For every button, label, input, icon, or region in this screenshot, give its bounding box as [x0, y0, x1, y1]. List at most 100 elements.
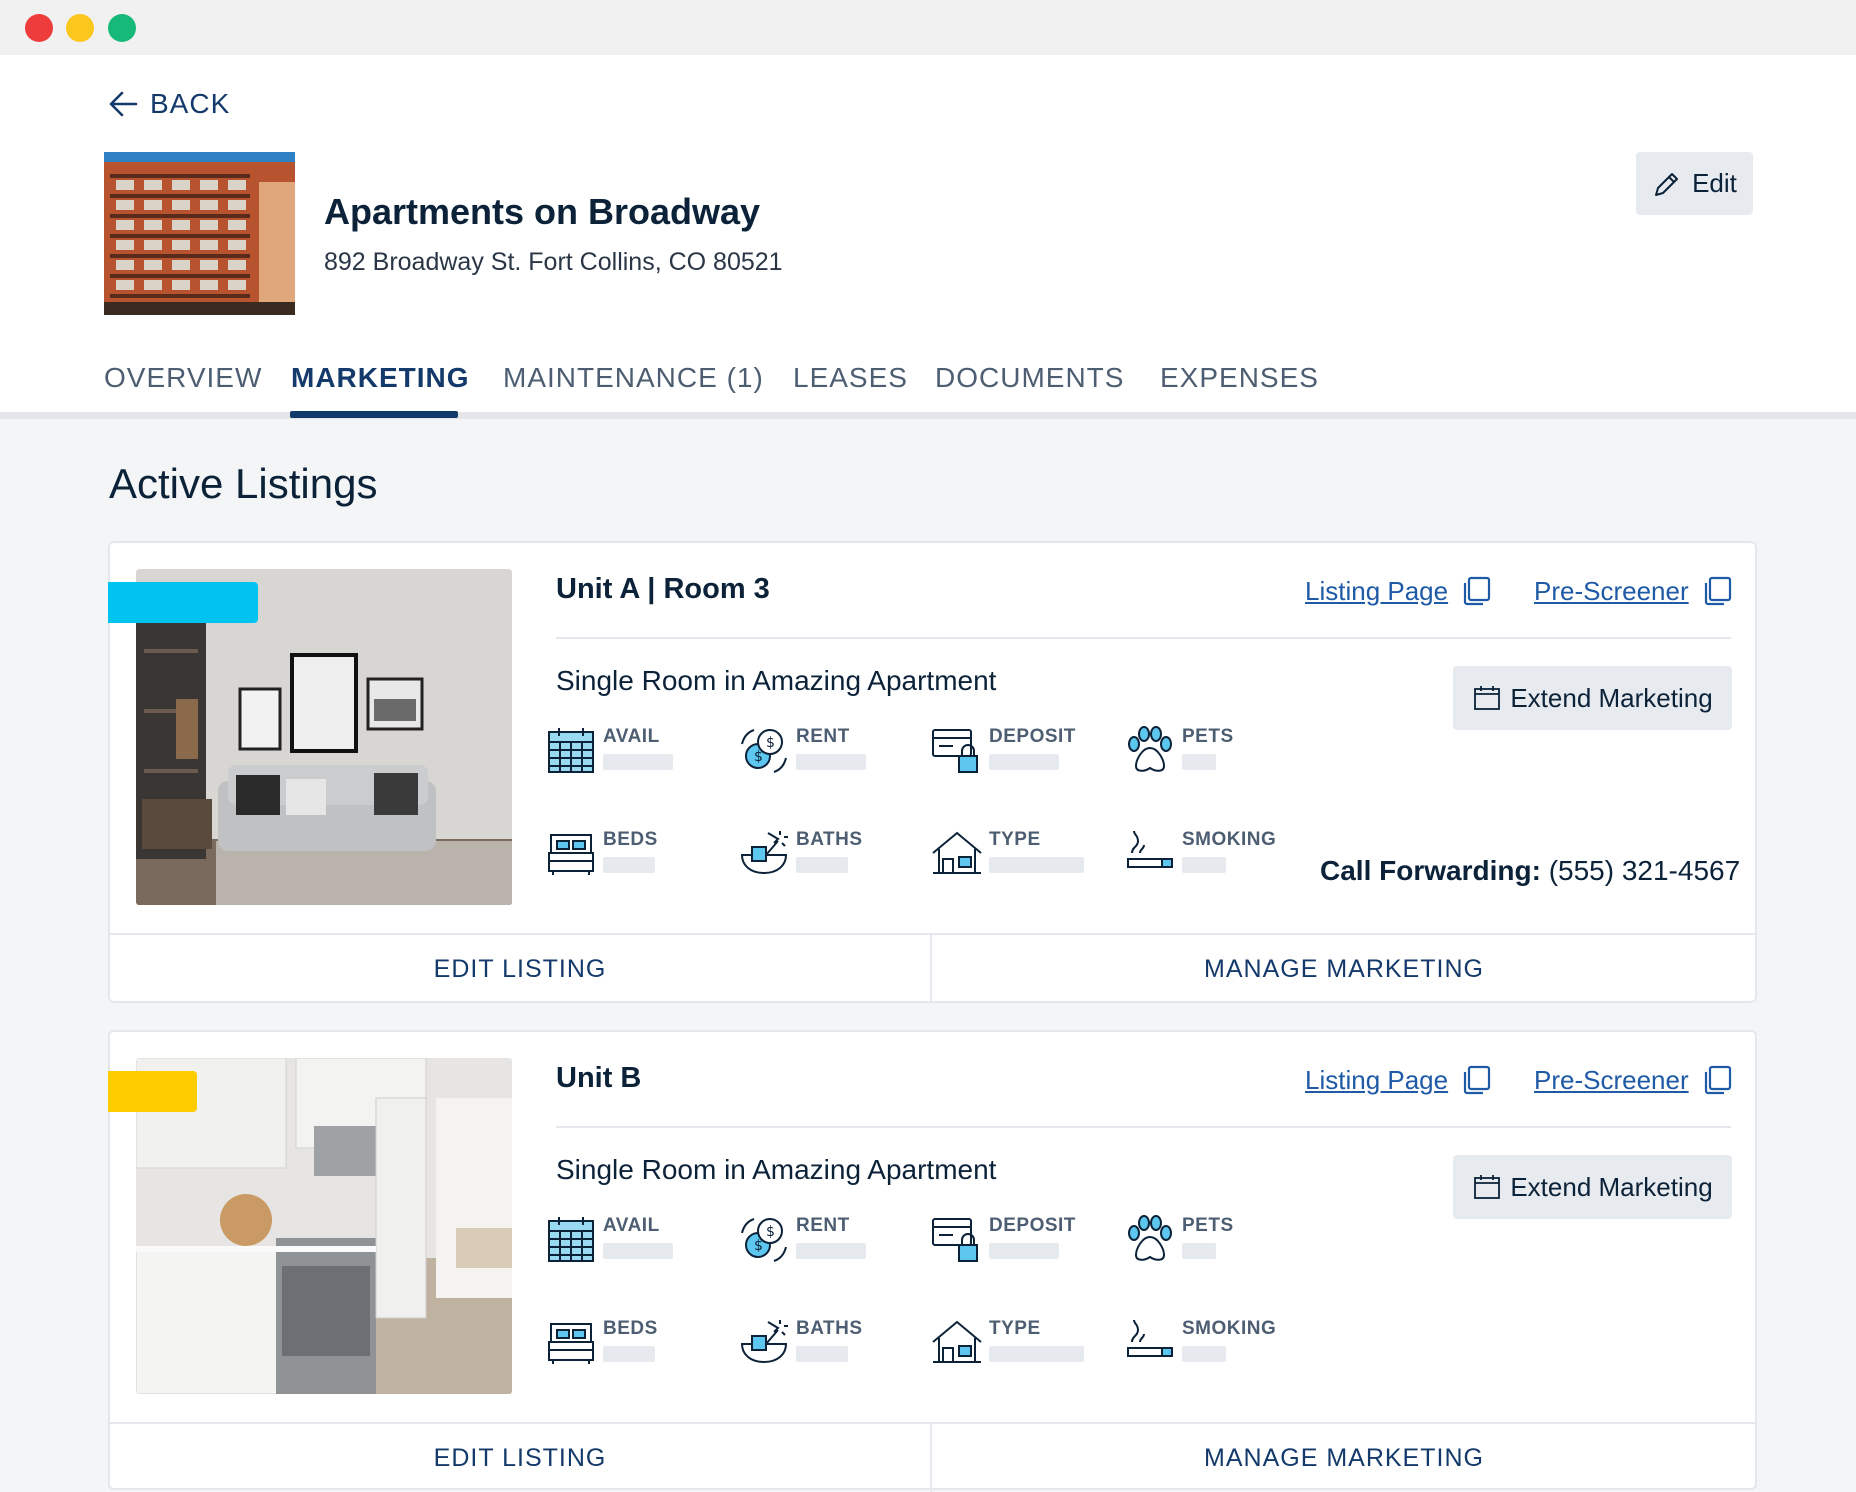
beds-value-placeholder: [603, 857, 655, 873]
house-icon: [932, 831, 982, 874]
type-label: TYPE: [989, 829, 1041, 850]
extend-marketing-button[interactable]: Extend Marketing: [1453, 1155, 1732, 1219]
bed-icon: [548, 1323, 594, 1364]
feature-avail: AVAIL: [545, 724, 735, 784]
close-window-icon[interactable]: [25, 14, 53, 42]
house-icon: [932, 1320, 982, 1363]
listing-card: Unit B Listing Page Pre-Screener Single …: [108, 1030, 1757, 1492]
back-button[interactable]: BACK: [106, 86, 230, 122]
tab-documents[interactable]: DOCUMENTS: [935, 362, 1124, 394]
edit-listing-button[interactable]: EDIT LISTING: [110, 935, 932, 1003]
tab-expenses[interactable]: EXPENSES: [1160, 362, 1319, 394]
baths-value-placeholder: [796, 1346, 848, 1362]
pencil-icon: [1655, 172, 1679, 196]
tab-maintenance[interactable]: MAINTENANCE (1): [503, 362, 764, 394]
listing-title: Single Room in Amazing Apartment: [556, 1154, 997, 1185]
status-badge: [108, 582, 258, 623]
pets-label: PETS: [1182, 1215, 1234, 1236]
feature-rent: $ $ RENT: [738, 1213, 928, 1273]
bath-icon: [740, 831, 788, 875]
prescreener-label: Pre-Screener: [1534, 1064, 1689, 1095]
manage-marketing-button[interactable]: MANAGE MARKETING: [933, 1424, 1755, 1492]
window-titlebar: [0, 0, 1856, 55]
copy-icon: [1464, 576, 1491, 606]
feature-baths: BATHS: [738, 827, 928, 887]
prescreener-label: Pre-Screener: [1534, 575, 1689, 606]
unit-title: Unit A | Room 3: [556, 573, 770, 605]
rent-value-placeholder: [796, 1243, 866, 1259]
pets-value-placeholder: [1182, 754, 1216, 770]
baths-value-placeholder: [796, 857, 848, 873]
prescreener-link[interactable]: Pre-Screener: [1534, 1064, 1733, 1096]
feature-pets: PETS: [1124, 724, 1314, 784]
unit-title: Unit B: [556, 1062, 642, 1094]
listing-page-label: Listing Page: [1305, 1064, 1449, 1095]
pets-label: PETS: [1182, 726, 1234, 747]
card-divider: [556, 637, 1731, 639]
call-forwarding-number: (555) 321-4567: [1548, 855, 1741, 886]
cigarette-icon: [1127, 830, 1173, 868]
property-address: 892 Broadway St. Fort Collins, CO 80521: [324, 248, 783, 276]
tab-marketing[interactable]: MARKETING: [291, 362, 470, 394]
rent-value-placeholder: [796, 754, 866, 770]
avail-value-placeholder: [603, 754, 673, 770]
type-value-placeholder: [989, 1346, 1084, 1362]
section-title: Active Listings: [109, 460, 378, 507]
listing-page-link[interactable]: Listing Page: [1305, 1064, 1492, 1096]
feature-deposit: DEPOSIT: [931, 1213, 1121, 1273]
edit-listing-button[interactable]: EDIT LISTING: [110, 1424, 932, 1492]
feature-beds: BEDS: [545, 827, 735, 887]
tab-leases[interactable]: LEASES: [793, 362, 908, 394]
beds-label: BEDS: [603, 829, 658, 850]
feature-type: TYPE: [931, 827, 1121, 887]
card-footer: EDIT LISTING MANAGE MARKETING: [110, 933, 1755, 1003]
avail-label: AVAIL: [603, 726, 660, 747]
calendar-window-icon: [1474, 1175, 1501, 1199]
prescreener-link[interactable]: Pre-Screener: [1534, 575, 1733, 607]
tab-overview[interactable]: OVERVIEW: [104, 362, 262, 394]
listing-page-label: Listing Page: [1305, 575, 1449, 606]
manage-marketing-button[interactable]: MANAGE MARKETING: [933, 935, 1755, 1003]
minimize-window-icon[interactable]: [66, 14, 94, 42]
property-photo: [104, 152, 295, 315]
rent-label: RENT: [796, 1215, 850, 1236]
call-forwarding-label: Call Forwarding:: [1320, 855, 1541, 886]
paw-icon: [1128, 726, 1172, 772]
deposit-label: DEPOSIT: [989, 1215, 1076, 1236]
bed-icon: [548, 834, 594, 875]
pets-value-placeholder: [1182, 1243, 1216, 1259]
feature-rent: $ $ RENT: [738, 724, 928, 784]
listing-card: Unit A | Room 3 Listing Page Pre-Screene…: [108, 541, 1757, 1003]
edit-property-button[interactable]: Edit: [1636, 152, 1753, 215]
svg-text:$: $: [754, 749, 763, 765]
card-divider: [556, 1126, 1731, 1128]
avail-label: AVAIL: [603, 1215, 660, 1236]
feature-smoking: SMOKING: [1124, 827, 1314, 887]
smoking-value-placeholder: [1182, 857, 1226, 873]
arrow-left-icon: [109, 91, 138, 117]
feature-avail: AVAIL: [545, 1213, 735, 1273]
feature-deposit: DEPOSIT: [931, 724, 1121, 784]
back-label: BACK: [150, 88, 231, 119]
feature-smoking: SMOKING: [1124, 1316, 1314, 1376]
edit-label: Edit: [1692, 168, 1737, 198]
active-tab-indicator: [290, 411, 458, 418]
deposit-value-placeholder: [989, 754, 1059, 770]
cigarette-icon: [1127, 1319, 1173, 1357]
svg-text:$: $: [766, 735, 775, 751]
tab-bar-divider: [0, 412, 1856, 419]
maximize-window-icon[interactable]: [108, 14, 136, 42]
copy-icon: [1704, 576, 1731, 606]
calendar-icon: [548, 1217, 594, 1262]
status-badge: [108, 1071, 197, 1112]
money-icon: $$: [741, 1218, 787, 1262]
feature-baths: BATHS: [738, 1316, 928, 1376]
listing-page-link[interactable]: Listing Page: [1305, 575, 1492, 607]
baths-label: BATHS: [796, 1318, 863, 1339]
extend-marketing-button[interactable]: Extend Marketing: [1453, 666, 1732, 730]
card-footer: EDIT LISTING MANAGE MARKETING: [110, 1422, 1755, 1492]
call-forwarding: Call Forwarding: (555) 321-4567: [1320, 855, 1740, 887]
smoking-value-placeholder: [1182, 1346, 1226, 1362]
smoking-label: SMOKING: [1182, 1318, 1277, 1339]
svg-text:$: $: [754, 1238, 763, 1254]
